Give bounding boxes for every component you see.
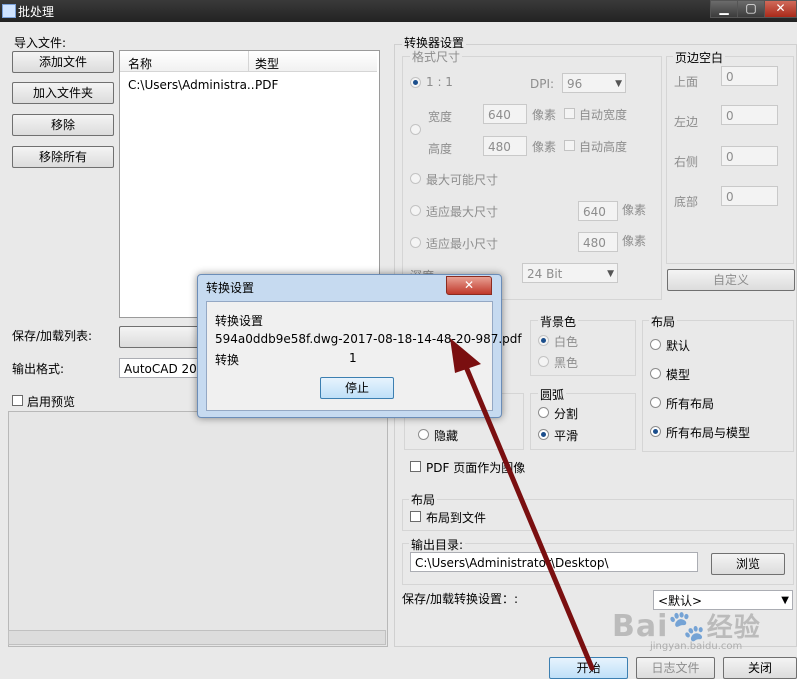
- arrow-shaft: [461, 359, 595, 671]
- annotation-arrow: [450, 338, 595, 671]
- arrow-head: [450, 338, 481, 373]
